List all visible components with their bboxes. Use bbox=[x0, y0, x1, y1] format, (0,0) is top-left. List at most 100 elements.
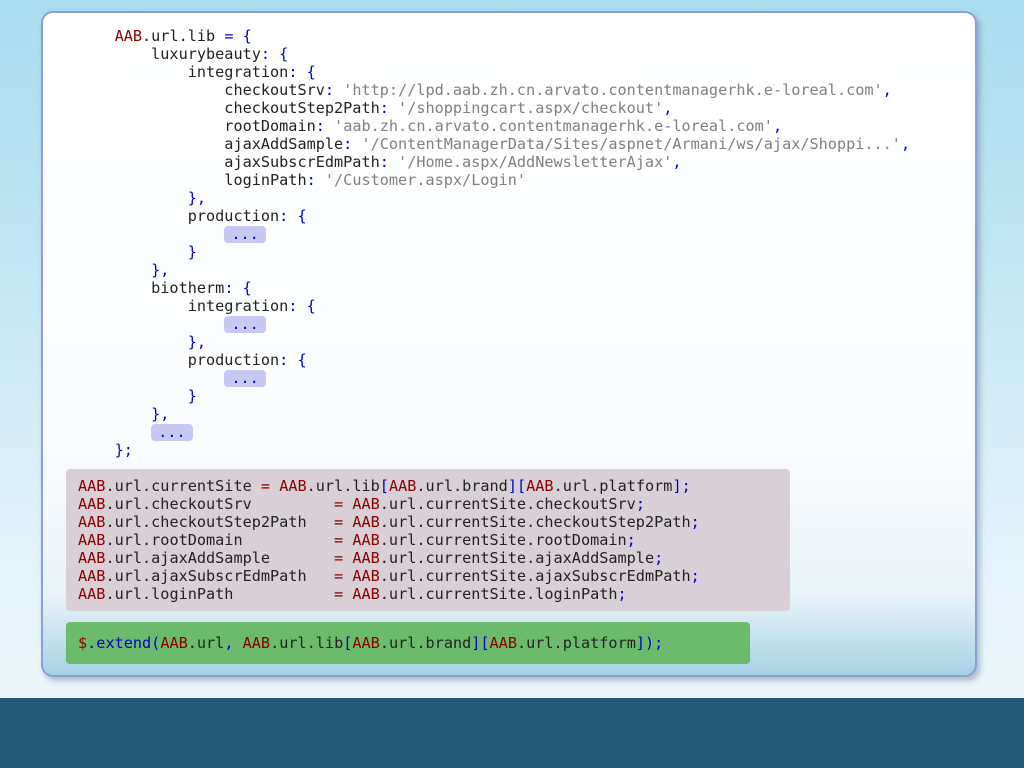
code-text: .url.checkoutStep2Path bbox=[105, 513, 335, 531]
code-identifier: AAB bbox=[279, 477, 307, 495]
code-line: ... bbox=[78, 369, 266, 387]
code-identifier: AAB bbox=[78, 585, 106, 603]
code-text: .url.lib bbox=[306, 477, 380, 495]
code-identifier: AAB bbox=[388, 477, 417, 495]
code-punctuation: ; bbox=[690, 567, 700, 585]
code-line: } bbox=[78, 243, 197, 261]
code-line: ... bbox=[78, 225, 266, 243]
code-line: }; bbox=[78, 441, 133, 459]
code-text: checkoutSrv bbox=[78, 81, 325, 99]
code-line: }, bbox=[78, 189, 206, 207]
code-line: AAB.url.checkoutStep2Path = AAB.url.curr… bbox=[78, 513, 700, 531]
code-punctuation: : bbox=[379, 99, 399, 117]
code-identifier: AAB bbox=[114, 27, 143, 45]
code-text: .url.rootDomain bbox=[105, 531, 335, 549]
code-identifier: = bbox=[334, 513, 344, 531]
code-text: .url.brand bbox=[416, 477, 508, 495]
code-text: .url.ajaxAddSample bbox=[105, 549, 335, 567]
code-block-url-lib: AAB.url.lib = { luxurybeauty: { integrat… bbox=[78, 27, 911, 459]
code-line: AAB.url.rootDomain = AAB.url.currentSite… bbox=[78, 531, 636, 549]
code-punctuation: : bbox=[324, 81, 344, 99]
code-punctuation: ][ bbox=[507, 477, 527, 495]
code-punctuation: : { bbox=[288, 63, 316, 81]
code-punctuation: : { bbox=[288, 297, 316, 315]
code-line: integration: { bbox=[78, 297, 316, 315]
code-identifier: AAB bbox=[352, 634, 380, 652]
code-punctuation: ][ bbox=[471, 634, 490, 652]
code-punctuation: , bbox=[772, 117, 783, 135]
code-punctuation: , bbox=[672, 153, 682, 171]
code-text: .url.platform bbox=[553, 477, 673, 495]
code-punctuation: }, bbox=[78, 261, 170, 279]
code-text: .url.currentSite.loginPath bbox=[379, 585, 618, 603]
code-line: AAB.url.currentSite = AAB.url.lib[AAB.ur… bbox=[78, 477, 691, 495]
code-punctuation: : { bbox=[224, 279, 252, 297]
code-block-extend: $.extend(AAB.url, AAB.url.lib[AAB.url.br… bbox=[78, 634, 663, 652]
code-text: .url.currentSite.rootDomain bbox=[379, 531, 627, 549]
code-identifier: AAB bbox=[160, 634, 188, 652]
code-punctuation: }, bbox=[78, 333, 207, 351]
code-punctuation: ; bbox=[690, 513, 700, 531]
code-string: '/Customer.aspx/Login' bbox=[324, 171, 527, 189]
code-text: .url.currentSite.checkoutSrv bbox=[379, 495, 636, 513]
code-punctuation: ]; bbox=[672, 477, 691, 495]
code-punctuation: }, bbox=[78, 405, 170, 423]
code-identifier: AAB bbox=[242, 634, 271, 652]
code-line: production: { bbox=[78, 207, 307, 225]
code-text: production bbox=[78, 351, 280, 369]
code-punctuation: ; bbox=[654, 549, 664, 567]
code-identifier: AAB bbox=[352, 567, 380, 585]
code-identifier: AAB bbox=[78, 549, 106, 567]
code-identifier: AAB bbox=[78, 531, 106, 549]
code-punctuation: }; bbox=[78, 441, 133, 459]
code-punctuation: ]); bbox=[635, 634, 664, 652]
code-punctuation: [ bbox=[379, 477, 389, 495]
code-identifier: = bbox=[334, 495, 344, 513]
code-punctuation: : { bbox=[279, 207, 307, 225]
code-text: .url.checkoutSrv bbox=[105, 495, 335, 513]
code-text: .url.platform bbox=[516, 634, 636, 652]
code-punctuation: = { bbox=[224, 27, 252, 45]
code-line: ... bbox=[78, 423, 193, 441]
code-identifier: = bbox=[334, 585, 344, 603]
code-punctuation: : { bbox=[260, 45, 289, 63]
code-text: luxurybeauty bbox=[78, 45, 261, 63]
code-identifier: = bbox=[260, 477, 271, 495]
code-text: .url.lib bbox=[142, 27, 225, 45]
code-punctuation: : bbox=[379, 153, 399, 171]
code-line: AAB.url.ajaxSubscrEdmPath = AAB.url.curr… bbox=[78, 567, 700, 585]
code-punctuation: [ bbox=[343, 634, 353, 652]
code-line: AAB.url.ajaxAddSample = AAB.url.currentS… bbox=[78, 549, 663, 567]
code-text: rootDomain bbox=[78, 117, 316, 135]
code-punctuation: : { bbox=[279, 351, 307, 369]
code-line: AAB.url.lib = { bbox=[78, 27, 252, 45]
code-identifier: AAB bbox=[352, 513, 380, 531]
code-text: .url.currentSite.ajaxSubscrEdmPath bbox=[379, 567, 691, 585]
code-text: checkoutStep2Path bbox=[78, 99, 380, 117]
code-ellipsis: ... bbox=[224, 226, 266, 243]
code-punctuation: , bbox=[224, 634, 243, 652]
code-identifier: $ bbox=[78, 634, 88, 652]
code-line: ajaxAddSample: '/ContentManagerData/Site… bbox=[78, 135, 910, 153]
code-line: loginPath: '/Customer.aspx/Login' bbox=[78, 171, 526, 189]
code-text: .url.loginPath bbox=[105, 585, 335, 603]
code-punctuation: ; bbox=[617, 585, 627, 603]
current-site-assignment-panel: AAB.url.currentSite = AAB.url.lib[AAB.ur… bbox=[66, 469, 790, 611]
code-text: .url.ajaxSubscrEdmPath bbox=[105, 567, 335, 585]
code-identifier: AAB bbox=[352, 549, 380, 567]
code-punctuation: ; bbox=[626, 531, 636, 549]
code-punctuation: : bbox=[315, 117, 335, 135]
code-line: AAB.url.checkoutSrv = AAB.url.currentSit… bbox=[78, 495, 645, 513]
code-string: '/ContentManagerData/Sites/aspnet/Armani… bbox=[361, 135, 901, 153]
code-string: 'aab.zh.cn.arvato.contentmanagerhk.e-lor… bbox=[334, 117, 773, 135]
code-identifier: AAB bbox=[489, 634, 517, 652]
